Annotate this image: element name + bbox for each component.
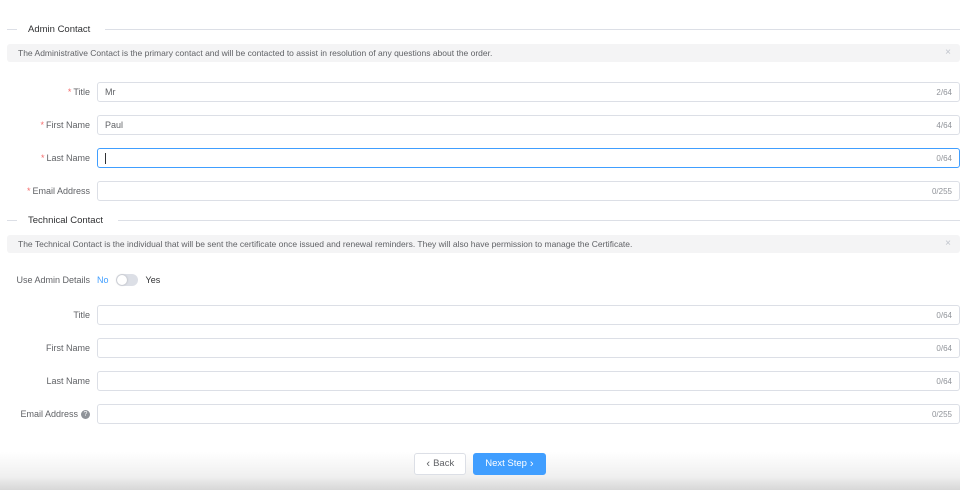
- technical-contact-divider: Technical Contact: [7, 214, 960, 226]
- admin-info-alert: The Administrative Contact is the primar…: [7, 44, 960, 62]
- back-button[interactable]: ‹ Back: [414, 453, 467, 475]
- admin-alert-text: The Administrative Contact is the primar…: [18, 48, 493, 58]
- close-icon[interactable]: ×: [945, 239, 951, 249]
- text-input[interactable]: Mr 2/64: [97, 82, 960, 102]
- text-input[interactable]: 0/64: [97, 305, 960, 325]
- char-counter: 0/64: [936, 376, 952, 386]
- use-admin-details-switch[interactable]: [115, 274, 138, 286]
- switch-on-label: Yes: [145, 275, 161, 285]
- admin-contact-title: Admin Contact: [28, 23, 91, 35]
- form-field-row: * Title Mr 2/64: [7, 82, 960, 102]
- required-asterisk: *: [67, 87, 72, 97]
- form-field-row: * Last Name 0/64: [7, 148, 960, 168]
- question-icon[interactable]: ?: [81, 409, 90, 419]
- certificate-order-contacts-page: Admin Contact The Administrative Contact…: [0, 0, 960, 490]
- form-field-row: * First Name 0/64: [7, 338, 960, 358]
- form-field-row: * Title 0/64: [7, 305, 960, 325]
- technical-fields: * Title 0/64 * First Name 0/64 * Last Na…: [7, 305, 960, 424]
- char-counter: 0/64: [936, 343, 952, 353]
- input-value: Paul: [105, 120, 124, 130]
- field-label: * Last Name: [46, 376, 90, 386]
- char-counter: 0/64: [936, 153, 952, 163]
- field-label: * Email Address: [26, 186, 90, 196]
- technical-info-alert: The Technical Contact is the individual …: [7, 235, 960, 253]
- field-label: * Title: [73, 310, 90, 320]
- chevron-left-icon: ‹: [426, 457, 431, 470]
- next-step-button-label: Next Step: [485, 458, 527, 470]
- required-asterisk: *: [40, 120, 44, 130]
- technical-alert-text: The Technical Contact is the individual …: [18, 239, 633, 249]
- chevron-right-icon: ›: [529, 457, 534, 470]
- required-asterisk: *: [40, 153, 45, 163]
- input-value: Mr: [105, 87, 116, 97]
- admin-contact-divider: Admin Contact: [7, 23, 960, 35]
- back-button-label: Back: [433, 458, 455, 470]
- char-counter: 4/64: [936, 120, 952, 130]
- technical-contact-section: Technical Contact The Technical Contact …: [7, 214, 960, 424]
- technical-contact-title: Technical Contact: [28, 214, 103, 226]
- field-label: * Title: [67, 87, 90, 97]
- form-footer: ‹ Back Next Step ›: [7, 453, 960, 475]
- char-counter: 0/64: [936, 310, 952, 320]
- form-field-row: * First Name Paul 4/64: [7, 115, 960, 135]
- char-counter: 0/255: [931, 409, 952, 419]
- field-label: * First Name: [45, 343, 90, 353]
- admin-fields: * Title Mr 2/64 * First Name Paul 4/64 *…: [7, 82, 960, 201]
- field-label: * First Name: [40, 120, 90, 130]
- text-input[interactable]: 0/64: [97, 148, 960, 168]
- next-step-button[interactable]: Next Step ›: [473, 453, 546, 475]
- text-cursor: [105, 152, 106, 164]
- form-field-row: * Last Name 0/64: [7, 371, 960, 391]
- use-admin-details-row: Use Admin Details No Yes: [7, 272, 960, 288]
- field-label: * Email Address ?: [7, 409, 97, 419]
- switch-off-label: No: [97, 275, 109, 285]
- field-label: * Last Name: [40, 153, 90, 163]
- form-field-row: * Email Address 0/255: [7, 181, 960, 201]
- char-counter: 0/255: [931, 186, 952, 196]
- char-counter: 2/64: [936, 87, 952, 97]
- admin-contact-section: Admin Contact The Administrative Contact…: [7, 23, 960, 201]
- use-admin-details-label: Use Admin Details: [16, 275, 90, 285]
- required-asterisk: *: [26, 186, 31, 196]
- form-field-row: * Email Address ? 0/255: [7, 404, 960, 424]
- close-icon[interactable]: ×: [945, 48, 951, 58]
- text-input[interactable]: Paul 4/64: [97, 115, 960, 135]
- text-input[interactable]: 0/64: [97, 338, 960, 358]
- text-input[interactable]: 0/255: [97, 404, 960, 424]
- switch-knob: [116, 275, 127, 285]
- text-input[interactable]: 0/255: [97, 181, 960, 201]
- text-input[interactable]: 0/64: [97, 371, 960, 391]
